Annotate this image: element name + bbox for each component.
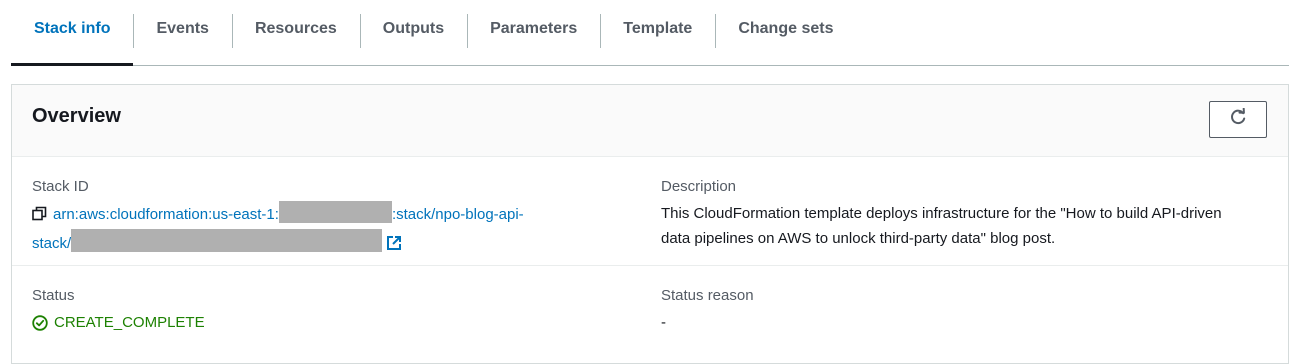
stack-id-part3[interactable]: stack/ xyxy=(32,235,71,252)
tab-resources[interactable]: Resources xyxy=(231,0,360,65)
stack-id-label: Stack ID xyxy=(32,178,89,195)
overview-row-2: Status CREATE_COMPLETE Status reason - xyxy=(12,266,1288,346)
status-reason-value: - xyxy=(661,314,666,331)
tab-bar: Stack info Events Resources Outputs Para… xyxy=(11,0,1289,66)
success-check-icon xyxy=(32,315,48,331)
status-reason-field: Status reason - xyxy=(661,266,1261,335)
tab-label: Change sets xyxy=(738,19,834,37)
status-value: CREATE_COMPLETE xyxy=(54,314,205,331)
tab-label: Outputs xyxy=(382,19,445,37)
status-label: Status xyxy=(32,287,75,304)
tab-label: Stack info xyxy=(34,19,111,37)
stack-id-value[interactable]: arn:aws:cloudformation:us-east-1: :stack/… xyxy=(32,201,632,259)
tab-template[interactable]: Template xyxy=(600,0,715,65)
overview-row-1: Stack ID arn:aws:cloudformation:us-east-… xyxy=(12,157,1288,266)
tab-label: Template xyxy=(623,19,693,37)
refresh-icon xyxy=(1229,107,1247,131)
overview-header: Overview xyxy=(12,85,1288,157)
stack-id-field: Stack ID arn:aws:cloudformation:us-east-… xyxy=(32,157,632,259)
external-link-icon[interactable] xyxy=(386,234,402,259)
description-value: This CloudFormation template deploys inf… xyxy=(661,205,1222,247)
status-reason-label: Status reason xyxy=(661,287,754,304)
stack-id-part1[interactable]: arn:aws:cloudformation:us-east-1: xyxy=(53,206,279,223)
description-field: Description This CloudFormation template… xyxy=(661,157,1261,251)
copy-icon[interactable] xyxy=(32,204,47,229)
tab-outputs[interactable]: Outputs xyxy=(359,0,467,65)
overview-panel: Overview Stack ID arn:aws:cloudformation… xyxy=(11,84,1289,364)
redacted-stack-uuid xyxy=(71,229,383,252)
tab-label: Resources xyxy=(254,19,337,37)
tab-parameters[interactable]: Parameters xyxy=(467,0,600,65)
tab-label: Events xyxy=(156,19,209,37)
tab-change-sets[interactable]: Change sets xyxy=(715,0,856,65)
tab-label: Parameters xyxy=(490,19,578,37)
tab-events[interactable]: Events xyxy=(133,0,231,65)
refresh-button[interactable] xyxy=(1209,101,1267,138)
panel-title: Overview xyxy=(32,105,121,127)
tab-stack-info[interactable]: Stack info xyxy=(11,0,134,66)
redacted-account-id xyxy=(278,201,392,223)
description-label: Description xyxy=(661,178,737,195)
stack-id-part2[interactable]: :stack/npo-blog-api- xyxy=(392,206,524,223)
status-field: Status CREATE_COMPLETE xyxy=(32,266,632,334)
status-value-container: CREATE_COMPLETE xyxy=(32,312,632,334)
